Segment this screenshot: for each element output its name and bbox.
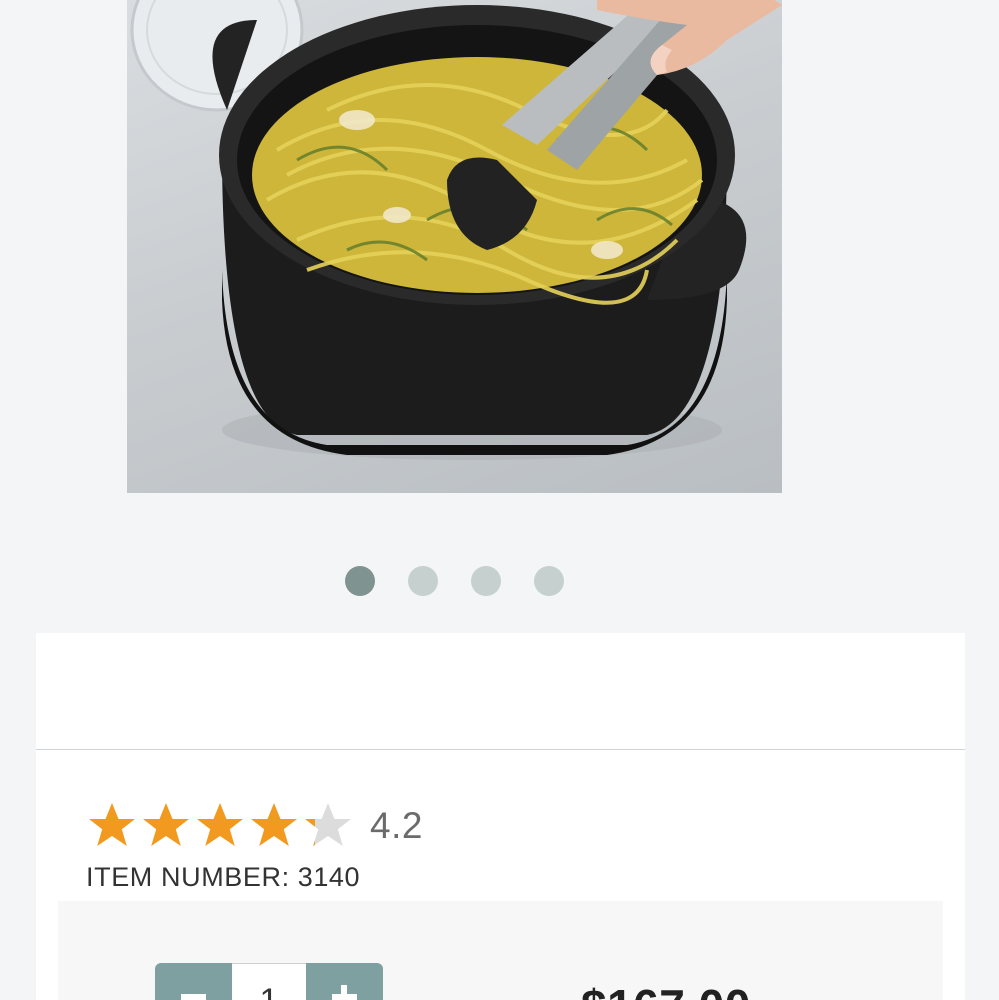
star-icon bbox=[143, 803, 189, 846]
item-number-label: ITEM NUMBER: bbox=[86, 862, 290, 892]
quantity-stepper: 1 bbox=[155, 963, 383, 1000]
rating[interactable]: 4.2 bbox=[86, 801, 423, 851]
rating-stars bbox=[86, 800, 356, 852]
product-photo bbox=[130, 0, 782, 460]
item-number-value: 3140 bbox=[297, 862, 361, 892]
carousel-dot-4[interactable] bbox=[534, 566, 564, 596]
product-image[interactable] bbox=[127, 0, 782, 493]
increment-button[interactable] bbox=[306, 963, 383, 1000]
carousel-dot-3[interactable] bbox=[471, 566, 501, 596]
share-bar bbox=[36, 633, 965, 750]
rating-value: 4.2 bbox=[370, 805, 423, 846]
star-icon bbox=[89, 803, 135, 846]
partial-star-icon bbox=[305, 803, 351, 846]
decrement-button[interactable] bbox=[155, 963, 232, 1000]
carousel-dot-1[interactable] bbox=[345, 566, 375, 596]
quantity-input[interactable]: 1 bbox=[232, 963, 306, 1000]
star-icon bbox=[251, 803, 297, 846]
item-number: ITEM NUMBER: 3140 bbox=[86, 862, 360, 893]
carousel-dot-2[interactable] bbox=[408, 566, 438, 596]
carousel-dots bbox=[0, 566, 999, 596]
product-info-card: 4.2 ITEM NUMBER:3140 1 $167.00 bbox=[36, 633, 965, 1000]
purchase-panel: 1 $167.00 bbox=[58, 901, 943, 1000]
star-icon bbox=[197, 803, 243, 846]
product-price: $167.00 bbox=[581, 979, 751, 1000]
minus-icon bbox=[181, 994, 206, 1000]
